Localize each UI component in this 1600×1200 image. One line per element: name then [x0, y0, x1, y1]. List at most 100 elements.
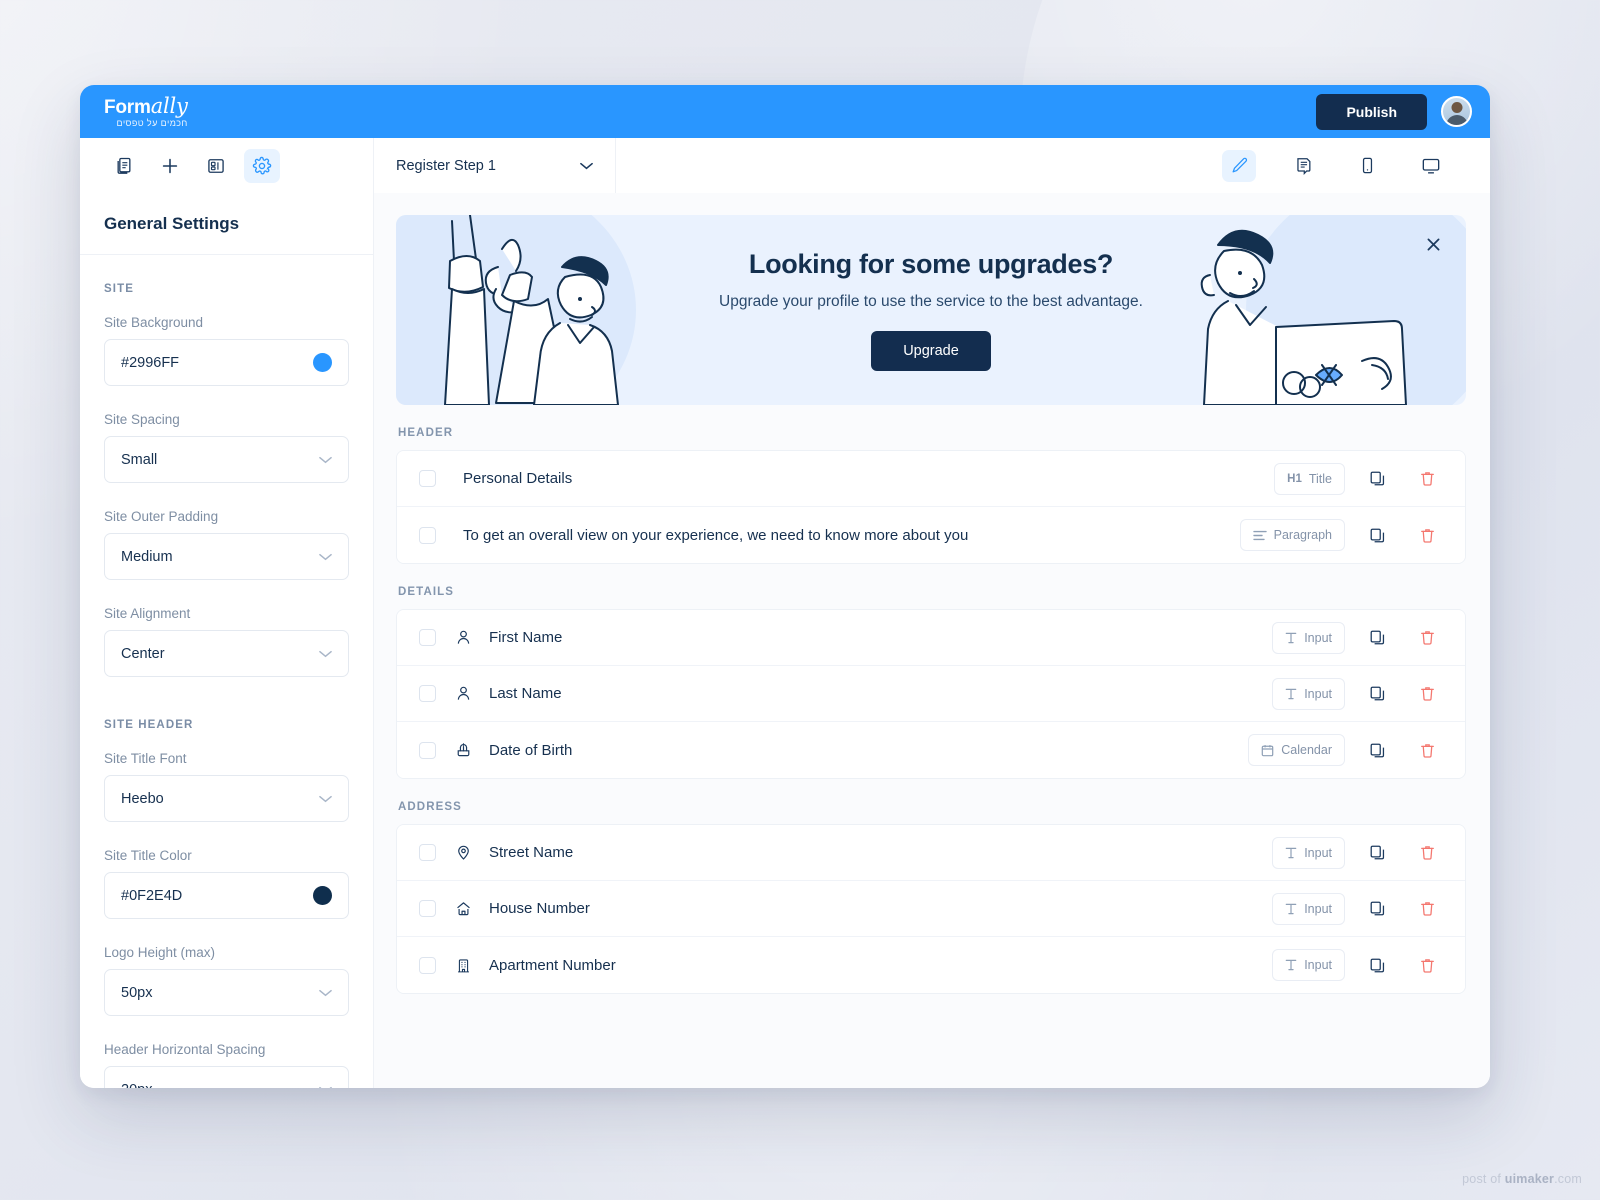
type-badge-input[interactable]: Input [1272, 836, 1345, 869]
sidebar-scroll-area[interactable]: SITE Site Background #2996FF Site Spacin… [80, 255, 373, 1088]
site-title-font-select[interactable]: Heebo [104, 775, 349, 822]
trash-icon[interactable] [1409, 622, 1445, 654]
table-row[interactable]: Date of Birth Calendar [397, 722, 1465, 778]
step-selector-value: Register Step 1 [396, 157, 496, 174]
copy-icon[interactable] [1359, 949, 1395, 981]
form-document-icon[interactable] [1286, 150, 1320, 182]
trash-icon[interactable] [1409, 519, 1445, 551]
chevron-down-icon [319, 1086, 332, 1088]
field-value: Center [121, 645, 165, 662]
color-swatch[interactable] [313, 353, 332, 372]
site-spacing-select[interactable]: Small [104, 436, 349, 483]
type-badge-input[interactable]: Input [1272, 677, 1345, 710]
logo-form-text: Form [104, 96, 151, 118]
field-label: Header Horizontal Spacing [104, 1042, 266, 1057]
type-badge-paragraph[interactable]: Paragraph [1239, 519, 1345, 551]
field-label: Site Title Color [104, 848, 192, 863]
top-bar-actions: Publish [1316, 93, 1472, 130]
field-site-alignment: Site Alignment Center [104, 606, 349, 677]
row-label: House Number [489, 900, 590, 917]
trash-icon[interactable] [1409, 893, 1445, 925]
close-icon[interactable] [1422, 233, 1444, 255]
layout-blocks-icon[interactable] [198, 149, 234, 183]
type-badge-label: Input [1304, 901, 1332, 916]
field-label: Site Alignment [104, 606, 191, 621]
trash-icon[interactable] [1409, 837, 1445, 869]
mobile-icon[interactable] [1350, 150, 1384, 182]
row-label: First Name [489, 629, 563, 646]
type-badge-input[interactable]: Input [1272, 892, 1345, 925]
banner-illustration-right [1200, 229, 1407, 405]
copy-icon[interactable] [1359, 463, 1395, 495]
section-label: ADDRESS [398, 801, 462, 813]
type-badge-input[interactable]: Input [1272, 621, 1345, 654]
type-badge-label: Paragraph [1273, 528, 1332, 542]
row-checkbox[interactable] [419, 741, 436, 759]
calendar-icon [1261, 744, 1274, 756]
table-row[interactable]: Apartment Number Input [397, 937, 1465, 993]
trash-icon[interactable] [1409, 949, 1445, 981]
gear-icon[interactable] [244, 148, 280, 183]
banner-content: Looking for some upgrades? Upgrade your … [719, 249, 1143, 371]
logo-height-select[interactable]: 50px [104, 969, 349, 1016]
row-checkbox[interactable] [419, 629, 436, 646]
field-value: Small [121, 451, 158, 468]
copy-icon[interactable] [1359, 678, 1395, 710]
type-badge-calendar[interactable]: Calendar [1248, 734, 1345, 766]
table-row[interactable]: First Name Input [397, 610, 1465, 666]
building-icon [455, 957, 475, 974]
field-label: Site Outer Padding [104, 509, 219, 524]
text-input-icon [1285, 959, 1297, 971]
field-label: Logo Height (max) [104, 945, 216, 960]
row-checkbox[interactable] [419, 844, 436, 861]
group-label-site-header: SITE HEADER [104, 719, 194, 731]
pages-icon[interactable] [106, 149, 142, 183]
row-checkbox[interactable] [419, 900, 436, 917]
table-row[interactable]: House Number Input [397, 881, 1465, 937]
editor-tools [80, 138, 374, 193]
trash-icon[interactable] [1409, 678, 1445, 710]
copy-icon[interactable] [1359, 519, 1395, 551]
copy-icon[interactable] [1359, 893, 1395, 925]
copy-icon[interactable] [1359, 734, 1395, 766]
chevron-down-icon [580, 162, 593, 169]
avatar[interactable] [1441, 96, 1472, 127]
type-badge-label: Input [1304, 958, 1332, 972]
app-window: Formally חכמים על טפסים Publish Register… [80, 85, 1490, 1088]
site-title-color-input[interactable]: #0F2E4D [104, 872, 349, 919]
type-badge-label: Title [1308, 471, 1332, 486]
copy-icon[interactable] [1359, 837, 1395, 869]
row-label: Street Name [489, 844, 574, 861]
table-row[interactable]: Personal Details H1 Title [397, 451, 1465, 507]
field-value: #2996FF [121, 354, 180, 371]
step-selector[interactable]: Register Step 1 [374, 138, 616, 193]
table-row[interactable]: Street Name Input [397, 825, 1465, 881]
type-badge-input[interactable]: Input [1272, 949, 1345, 981]
desktop-icon[interactable] [1414, 150, 1448, 182]
type-badge-label: Input [1304, 630, 1332, 645]
table-row[interactable]: Last Name Input [397, 666, 1465, 722]
section-card: Street Name Input House Number Input Apa… [396, 824, 1466, 994]
color-swatch[interactable] [313, 886, 332, 905]
table-row[interactable]: To get an overall view on your experienc… [397, 507, 1465, 563]
row-checkbox[interactable] [419, 470, 436, 487]
site-background-color-input[interactable]: #2996FF [104, 339, 349, 386]
birthday-cake-icon [455, 742, 475, 759]
field-value: Medium [121, 548, 173, 565]
site-alignment-select[interactable]: Center [104, 630, 349, 677]
row-checkbox[interactable] [419, 685, 436, 702]
upgrade-banner: Looking for some upgrades? Upgrade your … [396, 215, 1466, 405]
trash-icon[interactable] [1409, 734, 1445, 766]
type-badge-title[interactable]: H1 Title [1274, 462, 1345, 495]
trash-icon[interactable] [1409, 463, 1445, 495]
field-site-outer-padding: Site Outer Padding Medium [104, 509, 349, 580]
publish-button[interactable]: Publish [1316, 93, 1427, 130]
plus-icon[interactable] [152, 149, 188, 183]
upgrade-button[interactable]: Upgrade [871, 331, 991, 371]
header-horizontal-spacing-select[interactable]: 20px [104, 1066, 349, 1088]
row-checkbox[interactable] [419, 526, 436, 544]
copy-icon[interactable] [1359, 622, 1395, 654]
pencil-icon[interactable] [1222, 149, 1256, 182]
row-checkbox[interactable] [419, 956, 436, 974]
site-outer-padding-select[interactable]: Medium [104, 533, 349, 580]
